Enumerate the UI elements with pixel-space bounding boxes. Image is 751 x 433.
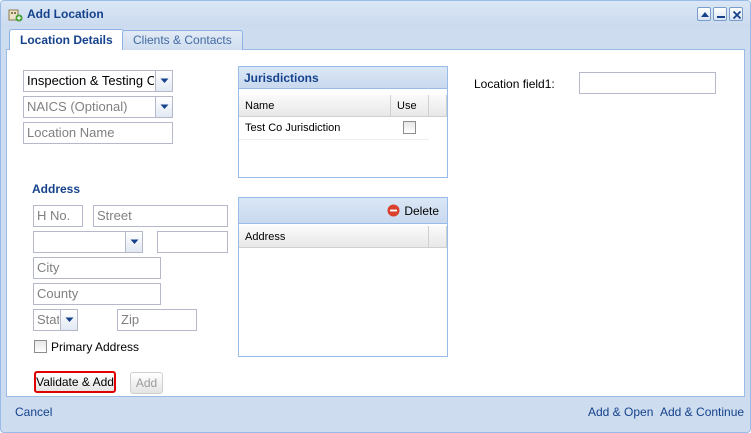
add-open-button[interactable]: Add & Open: [588, 405, 653, 419]
delete-icon: [387, 204, 400, 217]
chevron-down-icon: [160, 78, 169, 83]
address-section-label: Address: [32, 182, 81, 196]
column-header-address[interactable]: Address: [239, 226, 429, 248]
column-header-use[interactable]: Use: [391, 95, 429, 117]
chevron-down-icon: [130, 239, 139, 244]
location-field1-input[interactable]: [579, 72, 716, 94]
address-extra-input[interactable]: [157, 231, 228, 253]
add-continue-button[interactable]: Add & Continue: [660, 405, 744, 419]
close-icon: [732, 10, 742, 20]
close-button[interactable]: [729, 7, 743, 21]
dropdown-trigger[interactable]: [60, 310, 77, 330]
location-field1-label: Location field1:: [474, 77, 555, 91]
cancel-button[interactable]: Cancel: [15, 405, 52, 419]
primary-address-checkbox[interactable]: [34, 340, 47, 353]
column-header-spacer: [429, 95, 447, 117]
delete-address-button[interactable]: Delete: [387, 203, 439, 219]
location-add-icon: [7, 6, 23, 22]
minimize-button[interactable]: [713, 7, 727, 21]
location-details-panel: Inspection & Testing Co NAICS (Optional)…: [6, 50, 745, 397]
window-footer: Cancel Add & Open Add & Continue: [1, 399, 750, 423]
table-row[interactable]: Test Co Jurisdiction: [239, 117, 429, 140]
dropdown-trigger[interactable]: [125, 232, 142, 252]
street-input[interactable]: Street: [93, 205, 228, 227]
dropdown-trigger[interactable]: [155, 71, 172, 91]
jurisdictions-title: Jurisdictions: [239, 67, 447, 89]
tab-bar: Location Details Clients & Contacts: [6, 27, 745, 51]
address-type-combo[interactable]: [33, 231, 143, 253]
county-input[interactable]: County: [33, 283, 161, 305]
naics-combo[interactable]: NAICS (Optional): [23, 96, 173, 118]
jurisdiction-name: Test Co Jurisdiction: [245, 122, 341, 134]
minimize-icon: [717, 16, 725, 18]
chevron-down-icon: [65, 317, 74, 322]
collapse-up-button[interactable]: [697, 7, 711, 21]
dropdown-trigger[interactable]: [155, 97, 172, 117]
tab-location-details[interactable]: Location Details: [9, 29, 124, 51]
add-location-window: Add Location Location Details Clients & …: [0, 0, 751, 433]
city-input[interactable]: City: [33, 257, 161, 279]
house-number-input[interactable]: H No.: [33, 205, 83, 227]
validate-add-button[interactable]: Validate & Add: [34, 371, 116, 393]
zip-input[interactable]: Zip: [117, 309, 197, 331]
primary-address-label: Primary Address: [51, 340, 140, 354]
column-header-name[interactable]: Name: [239, 95, 391, 117]
add-address-button[interactable]: Add: [130, 372, 163, 394]
location-name-input[interactable]: Location Name: [23, 122, 173, 144]
chevron-down-icon: [160, 104, 169, 109]
inspection-company-combo[interactable]: Inspection & Testing Co: [23, 70, 173, 92]
delete-label: Delete: [404, 204, 439, 218]
jurisdictions-grid: Jurisdictions Name Use Test Co Jurisdict…: [238, 66, 448, 178]
naics-placeholder: NAICS (Optional): [27, 99, 128, 114]
state-combo[interactable]: State: [33, 309, 78, 331]
address-grid: Delete Address: [238, 197, 448, 357]
column-header-spacer: [429, 226, 447, 248]
inspection-company-value: Inspection & Testing Co: [27, 73, 154, 88]
jurisdiction-use-checkbox[interactable]: [403, 121, 416, 134]
tab-clients-contacts[interactable]: Clients & Contacts: [122, 30, 243, 50]
triangle-up-icon: [701, 12, 709, 17]
window-title: Add Location: [27, 7, 104, 21]
state-placeholder: State: [37, 312, 59, 327]
window-titlebar[interactable]: Add Location: [1, 1, 750, 27]
